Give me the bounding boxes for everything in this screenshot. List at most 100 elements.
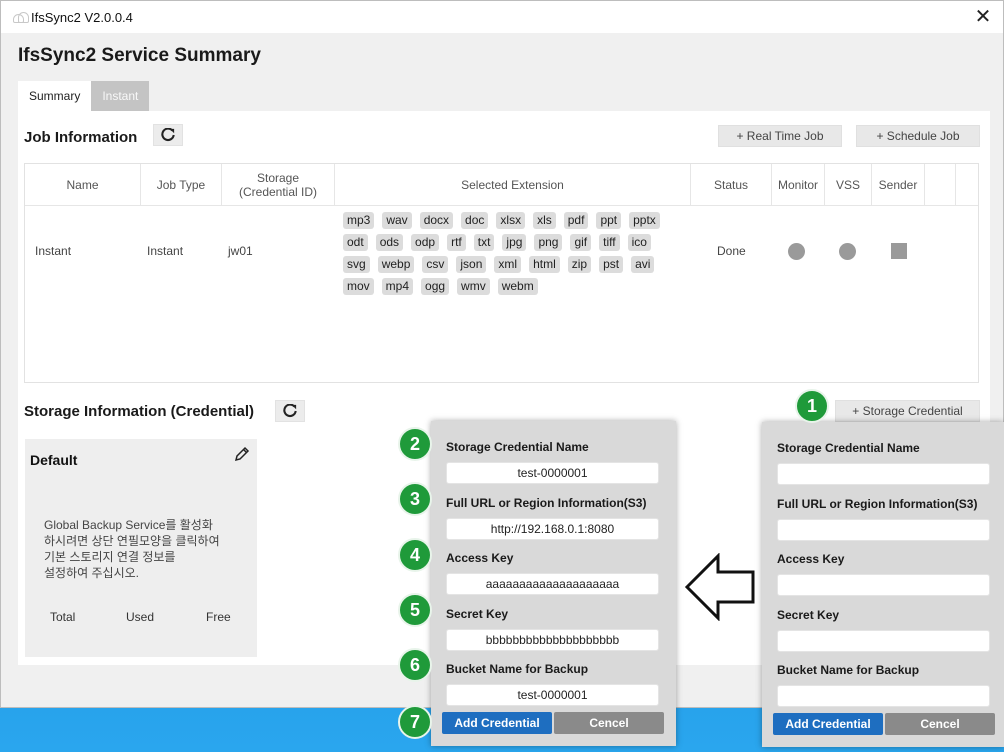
extension-chip: avi (631, 256, 655, 273)
add-real-time-job-button[interactable]: + Real Time Job (718, 125, 842, 147)
column-header-blank (925, 164, 956, 206)
extension-chip: odp (411, 234, 440, 251)
extension-chip: pdf (563, 212, 589, 229)
storage-card-description: Global Backup Service를 활성화 하시려면 상단 연필모양을… (44, 518, 220, 580)
field-label-secret-key: Secret Key (777, 608, 840, 622)
extension-chip: gif (570, 234, 592, 251)
column-header-status: Status (691, 164, 772, 206)
extension-list: mp3 wav docx doc xlsx xls pdf ppt pptx odt ods odp r… (343, 212, 679, 295)
extension-chip: xlsx (496, 212, 526, 229)
field-label-access-key: Access Key (777, 552, 845, 566)
extension-chip: ods (375, 234, 404, 251)
extension-chip: jpg (502, 234, 527, 251)
url-input[interactable]: http://192.168.0.1:8080 (446, 518, 659, 540)
extension-chip: odt (343, 234, 368, 251)
job-storage: jw01 (228, 244, 253, 258)
column-header-extension: Selected Extension (335, 164, 691, 206)
job-section-title: Job Information (24, 129, 138, 146)
extension-chip: txt (473, 234, 495, 251)
credential-name-input[interactable] (777, 463, 990, 485)
step-badge-6: 6 (398, 648, 432, 682)
extension-chip: ico (627, 234, 651, 251)
field-label-access-key: Access Key (446, 551, 514, 565)
close-icon[interactable]: ✕ (971, 5, 995, 29)
field-label-secret-key: Secret Key (446, 607, 509, 621)
column-header-monitor: Monitor (772, 164, 825, 206)
field-label-credential-name: Storage Credential Name (777, 441, 920, 455)
cancel-button[interactable]: Cencel (554, 712, 664, 734)
extension-chip: rtf (447, 234, 466, 251)
extension-chip: mp4 (381, 278, 414, 295)
arrow-left-icon (684, 553, 755, 621)
job-table-header: Name Job Type Storage (Credential ID) Se… (25, 164, 978, 206)
bucket-name-input[interactable]: test-0000001 (446, 684, 659, 706)
storage-total-label: Total (50, 610, 76, 624)
refresh-storage-button[interactable] (275, 400, 305, 422)
column-header-sender: Sender (872, 164, 925, 206)
job-status: Done (717, 244, 746, 258)
credential-name-input[interactable]: test-0000001 (446, 462, 659, 484)
extension-chip: mp3 (343, 212, 375, 229)
extension-chip: wmv (457, 278, 490, 295)
step-badge-5: 5 (398, 593, 432, 627)
extension-chip: ppt (596, 212, 622, 229)
storage-card-title: Default (30, 452, 78, 468)
column-header-name: Name (25, 164, 141, 206)
column-header-job-type: Job Type (141, 164, 222, 206)
access-key-input[interactable] (777, 574, 990, 596)
field-label-bucket-name: Bucket Name for Backup (777, 663, 920, 677)
refresh-icon (161, 128, 175, 142)
extension-chip: ogg (421, 278, 450, 295)
extension-chip: wav (382, 212, 412, 229)
job-table: Name Job Type Storage (Credential ID) Se… (24, 163, 979, 383)
storage-free-label: Free (206, 610, 231, 624)
field-label-url: Full URL or Region Information(S3) (777, 497, 978, 511)
refresh-jobs-button[interactable] (153, 124, 183, 146)
extension-chip: docx (419, 212, 454, 229)
job-type: Instant (147, 244, 184, 258)
url-input[interactable] (777, 519, 990, 541)
step-badge-3: 3 (398, 482, 432, 516)
extension-chip: pptx (629, 212, 660, 229)
field-label-credential-name: Storage Credential Name (446, 440, 589, 454)
extension-chip: json (456, 256, 487, 273)
extension-chip: zip (567, 256, 592, 273)
vss-indicator (839, 243, 856, 260)
bucket-name-input[interactable] (777, 685, 990, 707)
extension-chip: doc (461, 212, 489, 229)
tab-instant[interactable]: Instant (91, 81, 150, 111)
sender-indicator (891, 243, 907, 259)
title-bar: IfsSync2 V2.0.0.4 ✕ (1, 1, 1003, 33)
storage-section-title: Storage Information (Credential) (24, 403, 255, 420)
refresh-icon (283, 404, 297, 418)
cancel-button[interactable]: Cencel (885, 713, 995, 735)
extension-chip: pst (599, 256, 624, 273)
extension-chip: webp (377, 256, 415, 273)
credential-form-filled: Storage Credential Name test-0000001 Ful… (431, 421, 676, 746)
pencil-icon[interactable] (233, 445, 251, 463)
extension-chip: html (529, 256, 560, 273)
storage-used-label: Used (126, 610, 155, 624)
secret-key-input[interactable]: bbbbbbbbbbbbbbbbbbbb (446, 629, 659, 651)
add-credential-button[interactable]: Add Credential (442, 712, 552, 734)
access-key-input[interactable]: aaaaaaaaaaaaaaaaaaaa (446, 573, 659, 595)
page-title: IfsSync2 Service Summary (18, 45, 261, 66)
storage-card-default: Default Global Backup Service를 활성화 하시려면 … (25, 439, 257, 657)
column-header-vss: VSS (825, 164, 872, 206)
tab-summary[interactable]: Summary (18, 81, 92, 111)
extension-chip: csv (422, 256, 449, 273)
add-schedule-job-button[interactable]: + Schedule Job (856, 125, 980, 147)
add-credential-button[interactable]: Add Credential (773, 713, 883, 735)
credential-form-empty: Storage Credential Name Full URL or Regi… (762, 422, 1004, 747)
extension-chip: mov (343, 278, 374, 295)
extension-chip: xls (533, 212, 556, 229)
cloud-app-icon (13, 12, 29, 23)
monitor-indicator (788, 243, 805, 260)
field-label-bucket-name: Bucket Name for Backup (446, 662, 589, 676)
extension-chip: svg (343, 256, 370, 273)
step-badge-4: 4 (398, 538, 432, 572)
add-storage-credential-button[interactable]: + Storage Credential (835, 400, 980, 422)
secret-key-input[interactable] (777, 630, 990, 652)
extension-chip: xml (494, 256, 522, 273)
extension-chip: webm (497, 278, 538, 295)
